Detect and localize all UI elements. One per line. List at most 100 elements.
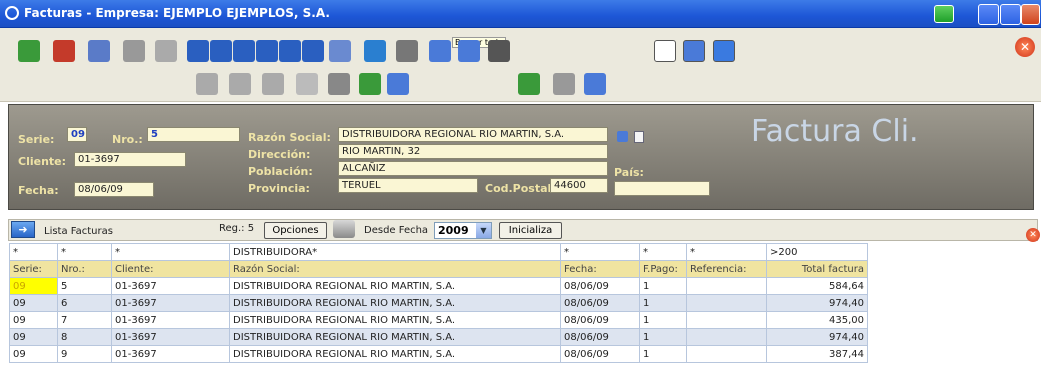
- cell[interactable]: *: [9, 243, 58, 261]
- table-row[interactable]: 09 7 01-3697 DISTRIBUIDORA REGIONAL RIO MAR…: [9, 311, 868, 329]
- cell[interactable]: 974,40: [766, 328, 868, 346]
- grid-view-icon[interactable]: [683, 40, 705, 62]
- tools-icon[interactable]: [488, 40, 510, 62]
- cell[interactable]: 1: [639, 277, 687, 295]
- cell[interactable]: 584,64: [766, 277, 868, 295]
- cell[interactable]: Serie:: [9, 260, 58, 278]
- cell[interactable]: DISTRIBUIDORA*: [229, 243, 561, 261]
- cell[interactable]: Total factura: [766, 260, 868, 278]
- cell[interactable]: Cliente:: [111, 260, 230, 278]
- cell[interactable]: [686, 311, 767, 329]
- stethoscope-icon[interactable]: [553, 73, 575, 95]
- nro-field[interactable]: 5: [147, 127, 240, 142]
- cell[interactable]: 01-3697: [111, 328, 230, 346]
- cell[interactable]: [686, 328, 767, 346]
- cell[interactable]: Razón Social:: [229, 260, 561, 278]
- window-icon[interactable]: [364, 40, 386, 62]
- arrow-right-icon[interactable]: ➜: [11, 221, 35, 238]
- cell[interactable]: *: [686, 243, 767, 261]
- filter-row[interactable]: * * * DISTRIBUIDORA* * * * >200: [9, 243, 868, 261]
- cell[interactable]: 08/06/09: [560, 328, 640, 346]
- copy-icon[interactable]: [262, 73, 284, 95]
- cell[interactable]: 01-3697: [111, 277, 230, 295]
- prev-page-icon[interactable]: [210, 40, 232, 62]
- next-record-icon[interactable]: [256, 40, 278, 62]
- cell[interactable]: F.Pago:: [639, 260, 687, 278]
- database-icon[interactable]: [617, 131, 628, 142]
- zoom-in-icon[interactable]: [359, 73, 381, 95]
- cell[interactable]: 09: [9, 311, 58, 329]
- printer-icon[interactable]: [333, 220, 355, 238]
- cell[interactable]: 1: [639, 294, 687, 312]
- letter-d-icon[interactable]: [654, 40, 676, 62]
- serie-field[interactable]: 09: [67, 127, 87, 142]
- prev-record-icon[interactable]: [233, 40, 255, 62]
- close-form-icon[interactable]: ✕: [1015, 37, 1035, 57]
- cell[interactable]: DISTRIBUIDORA REGIONAL RIO MARTIN, S.A.: [229, 277, 561, 295]
- poblacion-field[interactable]: ALCAÑIZ: [338, 161, 608, 176]
- paste-icon[interactable]: [296, 73, 318, 95]
- cell[interactable]: *: [560, 243, 640, 261]
- cell[interactable]: 01-3697: [111, 345, 230, 363]
- cell[interactable]: 08/06/09: [560, 294, 640, 312]
- cell[interactable]: >200: [766, 243, 868, 261]
- undo-icon[interactable]: [155, 40, 177, 62]
- cell[interactable]: Referencia:: [686, 260, 767, 278]
- cliente-field[interactable]: 01-3697: [74, 152, 186, 167]
- cell[interactable]: 08/06/09: [560, 277, 640, 295]
- cell[interactable]: 08/06/09: [560, 311, 640, 329]
- help-icon[interactable]: [713, 40, 735, 62]
- search-all-icon[interactable]: [458, 40, 480, 62]
- first-record-icon[interactable]: [187, 40, 209, 62]
- grid-icon-1[interactable]: [196, 73, 218, 95]
- cell[interactable]: 09: [9, 328, 58, 346]
- last-record-icon[interactable]: [302, 40, 324, 62]
- zoom-out-icon[interactable]: [387, 73, 409, 95]
- chart-icon[interactable]: [518, 73, 540, 95]
- next-page-icon[interactable]: [279, 40, 301, 62]
- cell[interactable]: 387,44: [766, 345, 868, 363]
- preview-icon[interactable]: [429, 40, 451, 62]
- close-list-icon[interactable]: ✕: [1026, 228, 1040, 242]
- new-record-icon[interactable]: [18, 40, 40, 62]
- document-icon[interactable]: [634, 131, 644, 143]
- cell[interactable]: [686, 294, 767, 312]
- table-row[interactable]: 09 5 01-3697 DISTRIBUIDORA REGIONAL RIO MAR…: [9, 277, 868, 295]
- cell[interactable]: 09: [9, 277, 58, 295]
- filter-icon[interactable]: [328, 73, 350, 95]
- pais-field[interactable]: [614, 181, 710, 196]
- edit-record-icon[interactable]: [88, 40, 110, 62]
- cell[interactable]: DISTRIBUIDORA REGIONAL RIO MARTIN, S.A.: [229, 294, 561, 312]
- cell[interactable]: 974,40: [766, 294, 868, 312]
- razon-field[interactable]: DISTRIBUIDORA REGIONAL RIO MARTIN, S.A.: [338, 127, 608, 142]
- cell[interactable]: Nro.:: [57, 260, 112, 278]
- cell[interactable]: DISTRIBUIDORA REGIONAL RIO MARTIN, S.A.: [229, 328, 561, 346]
- green-app-button[interactable]: [934, 5, 954, 23]
- cell[interactable]: [686, 345, 767, 363]
- cell[interactable]: DISTRIBUIDORA REGIONAL RIO MARTIN, S.A.: [229, 311, 561, 329]
- grid-icon-2[interactable]: [229, 73, 251, 95]
- print-icon[interactable]: [396, 40, 418, 62]
- direccion-field[interactable]: RIO MARTIN, 32: [338, 144, 608, 159]
- cell[interactable]: Fecha:: [560, 260, 640, 278]
- refresh-icon[interactable]: [329, 40, 351, 62]
- cell[interactable]: *: [111, 243, 230, 261]
- cell[interactable]: 01-3697: [111, 294, 230, 312]
- cell[interactable]: 9: [57, 345, 112, 363]
- cell[interactable]: 7: [57, 311, 112, 329]
- column-header-row[interactable]: Serie: Nro.: Cliente: Razón Social: Fecha: F.…: [9, 260, 868, 278]
- cell[interactable]: 1: [639, 311, 687, 329]
- cell[interactable]: 1: [639, 345, 687, 363]
- year-select[interactable]: 2009 ▼: [434, 222, 492, 239]
- maximize-button[interactable]: [1000, 4, 1021, 25]
- cp-field[interactable]: 44600: [550, 178, 608, 193]
- minimize-button[interactable]: [978, 4, 999, 25]
- provincia-field[interactable]: TERUEL: [338, 178, 478, 193]
- cell[interactable]: 8: [57, 328, 112, 346]
- fecha-field[interactable]: 08/06/09: [74, 182, 154, 197]
- chevron-down-icon[interactable]: ▼: [476, 223, 491, 238]
- info-icon[interactable]: [584, 73, 606, 95]
- close-window-button[interactable]: [1021, 4, 1040, 25]
- cell[interactable]: [686, 277, 767, 295]
- cell[interactable]: 1: [639, 328, 687, 346]
